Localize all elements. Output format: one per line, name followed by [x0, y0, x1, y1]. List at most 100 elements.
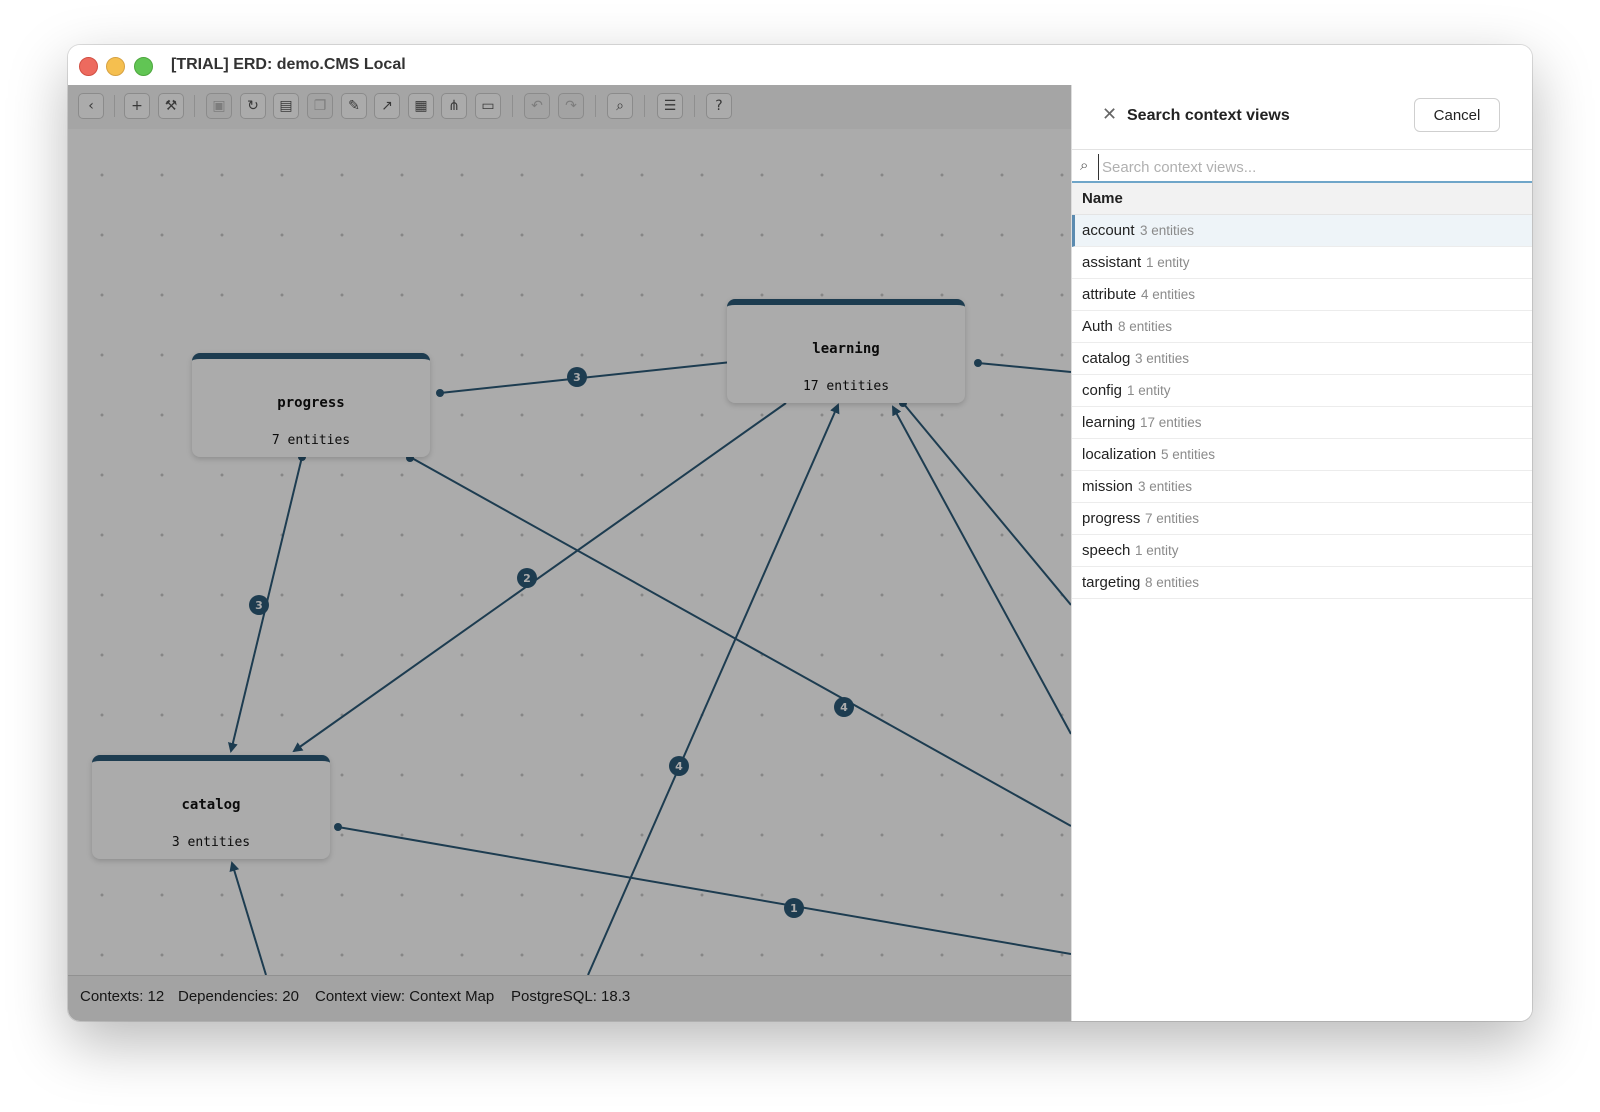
column-header-name[interactable]: Name	[1072, 183, 1532, 215]
edge-badge-label: 2	[523, 572, 531, 585]
edge-right-learning-1[interactable]	[892, 405, 1071, 735]
list-item[interactable]: Auth 8 entities	[1072, 311, 1532, 343]
panel-header: ✕ Search context views Cancel	[1072, 85, 1532, 149]
notes-icon[interactable]: ☰	[657, 93, 683, 119]
minimize-window-button[interactable]	[106, 57, 125, 76]
list-item[interactable]: assistant 1 entity	[1072, 247, 1532, 279]
toolbar-separator	[114, 95, 115, 117]
list-item-name: attribute	[1082, 286, 1137, 303]
refresh-icon[interactable]: ↻	[240, 93, 266, 119]
panel-title: Search context views	[1127, 107, 1290, 124]
edge-right-learning-2[interactable]	[902, 402, 1071, 606]
list-item-count: 1 entity	[1146, 255, 1190, 270]
close-window-button[interactable]	[79, 57, 98, 76]
node-catalog[interactable]: catalog 3 entities	[92, 755, 330, 859]
node-entity-count: 17 entities	[802, 379, 890, 394]
node-learning[interactable]: learning 17 entities	[727, 299, 965, 403]
list-item-name: Auth	[1082, 318, 1113, 335]
list-item-name: speech	[1082, 542, 1131, 559]
copy-icon[interactable]: ❐	[307, 93, 333, 119]
window-title: [TRIAL] ERD: demo.CMS Local	[171, 56, 406, 73]
toolbar-separator	[512, 95, 513, 117]
edit-icon[interactable]: ✎	[341, 93, 367, 119]
redo-icon[interactable]: ↷	[558, 93, 584, 119]
edge-progress-learning[interactable]	[439, 356, 743, 394]
list-item-count: 17 entities	[1140, 415, 1202, 430]
wrench-icon[interactable]: ⚒	[158, 93, 184, 119]
list-item[interactable]: account 3 entities	[1072, 215, 1532, 247]
node-title: progress	[277, 395, 345, 411]
list-item-name: account	[1082, 222, 1135, 239]
node-title: learning	[812, 341, 880, 357]
app-window: [TRIAL] ERD: demo.CMS Local ‹ + ⚒ ▣ ↻ ▤ …	[68, 45, 1532, 1021]
layout-icon[interactable]: ▤	[273, 93, 299, 119]
list-item-name: mission	[1082, 478, 1133, 495]
list-item-name: catalog	[1082, 350, 1131, 367]
list-item[interactable]: config 1 entity	[1072, 375, 1532, 407]
export-icon[interactable]: ↗	[374, 93, 400, 119]
add-icon[interactable]: +	[124, 93, 150, 119]
edge-badge-label: 3	[573, 371, 581, 384]
list-item[interactable]: localization 5 entities	[1072, 439, 1532, 471]
edge-bottom-catalog[interactable]	[229, 861, 267, 975]
node-title: catalog	[181, 797, 241, 813]
save-icon[interactable]: ▣	[206, 93, 232, 119]
title-bar: [TRIAL] ERD: demo.CMS Local	[68, 45, 1532, 86]
node-entity-count: 3 entities	[171, 835, 251, 850]
edge-learning-right[interactable]	[977, 362, 1071, 373]
undo-icon[interactable]: ↶	[524, 93, 550, 119]
back-icon[interactable]: ‹	[78, 93, 104, 119]
search-icon[interactable]: ⌕	[607, 93, 633, 119]
diagram-area: ‹ + ⚒ ▣ ↻ ▤ ❐ ✎ ↗ ▦ ⋔ ▭ ↶ ↷ ⌕ ☰ ? 3 3 2 …	[68, 85, 1071, 1021]
toolbar: ‹ + ⚒ ▣ ↻ ▤ ❐ ✎ ↗ ▦ ⋔ ▭ ↶ ↷ ⌕ ☰ ?	[68, 85, 1071, 130]
list-item[interactable]: speech 1 entity	[1072, 535, 1532, 567]
list-item[interactable]: learning 17 entities	[1072, 407, 1532, 439]
status-postgresql: PostgreSQL: 18.3	[511, 988, 631, 1005]
status-context-view: Context view: Context Map	[315, 988, 495, 1005]
status-contexts: Contexts: 12	[80, 988, 165, 1005]
list-item[interactable]: targeting 8 entities	[1072, 567, 1532, 599]
edge-progress-right[interactable]	[409, 456, 1071, 827]
list-item[interactable]: catalog 3 entities	[1072, 343, 1532, 375]
list-item-name: progress	[1082, 510, 1141, 527]
edge-catalog-right[interactable]	[337, 826, 1071, 955]
cancel-button[interactable]: Cancel	[1414, 98, 1500, 132]
list-item[interactable]: attribute 4 entities	[1072, 279, 1532, 311]
status-bar: Contexts: 12 Dependencies: 20 Context vi…	[68, 975, 1071, 1021]
list-item-count: 7 entities	[1145, 511, 1200, 526]
folder-icon[interactable]: ▭	[475, 93, 501, 119]
erd-canvas[interactable]: 3 3 2 4 4 1 progress 7 entities learning…	[68, 129, 1071, 975]
node-progress[interactable]: progress 7 entities	[192, 353, 430, 457]
list-item-name: targeting	[1082, 574, 1141, 591]
search-icon: ⌕	[1080, 156, 1089, 174]
list-item[interactable]: progress 7 entities	[1072, 503, 1532, 535]
column-header-label: Name	[1082, 190, 1123, 207]
list-item[interactable]: mission 3 entities	[1072, 471, 1532, 503]
toolbar-separator	[595, 95, 596, 117]
grid-icon[interactable]: ▦	[408, 93, 434, 119]
list-item-name: assistant	[1082, 254, 1142, 271]
search-row: ⌕	[1072, 149, 1532, 183]
toolbar-separator	[694, 95, 695, 117]
status-dependencies: Dependencies: 20	[178, 988, 299, 1005]
hierarchy-icon[interactable]: ⋔	[441, 93, 467, 119]
close-icon[interactable]: ✕	[1102, 104, 1117, 125]
edge-badge-label: 4	[675, 760, 683, 773]
list-item-count: 1 entity	[1135, 543, 1179, 558]
edge-badge-label: 3	[255, 599, 263, 612]
list-item-name: localization	[1082, 446, 1157, 463]
list-item-count: 3 entities	[1140, 223, 1195, 238]
help-icon[interactable]: ?	[706, 93, 732, 119]
edge-bottom-learning[interactable]	[587, 403, 840, 975]
search-input[interactable]	[1098, 154, 1524, 180]
list-item-count: 5 entities	[1161, 447, 1216, 462]
edge-badge-label: 1	[790, 902, 798, 915]
list-item-count: 4 entities	[1141, 287, 1196, 302]
zoom-window-button[interactable]	[134, 57, 153, 76]
list-item-name: config	[1082, 382, 1123, 399]
node-entity-count: 7 entities	[271, 433, 351, 448]
list-item-count: 1 entity	[1127, 383, 1171, 398]
list-item-count: 8 entities	[1145, 575, 1200, 590]
list-item-name: learning	[1082, 414, 1136, 431]
list-item-count: 8 entities	[1118, 319, 1173, 334]
